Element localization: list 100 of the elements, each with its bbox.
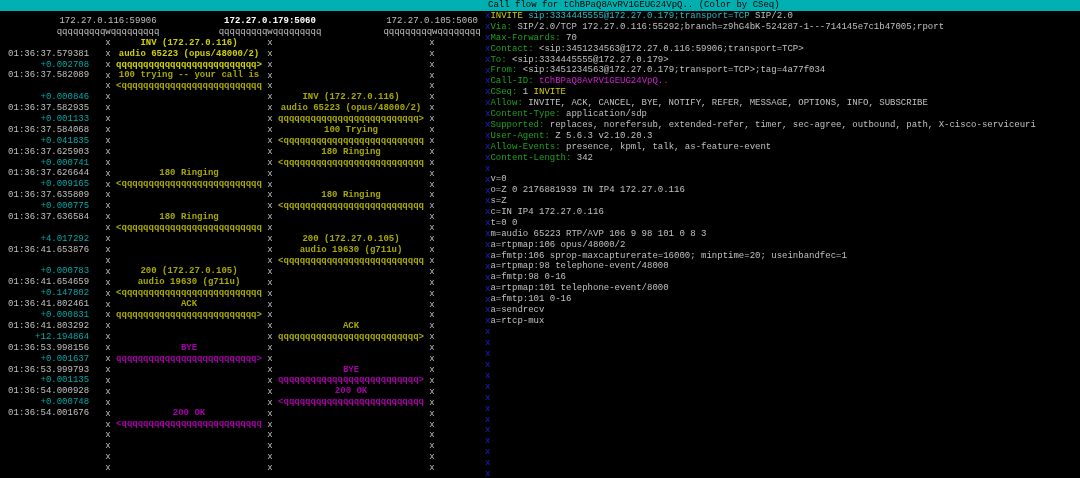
message-label: ACK (180, 299, 198, 310)
message-label: 100 Trying (324, 124, 379, 135)
sdp-line: o=Z 0 2176881939 IN IP4 172.27.0.116 (490, 185, 686, 197)
timestamp: 01:36:37.625903 (8, 146, 90, 157)
host-line: qqqqqqqqqwqqqqqqqqq (56, 26, 160, 37)
timestamp: 01:36:37.635809 (8, 190, 90, 201)
sip-header: Via: SIP/2.0/TCP 172.27.0.116:55292;branch=z9hG4bK-524287-1---714145e7c1b47005;rport (490, 21, 946, 33)
message-label: 180 Ringing (159, 168, 219, 179)
sdp-line: m=audio 65223 RTP/AVP 106 9 98 101 0 8 3 (490, 228, 708, 240)
message-label: audio 19630 (g711u) (137, 277, 241, 288)
message-label: 200 (172.27.0.105) (140, 266, 238, 277)
time-delta: +4.017292 (40, 233, 90, 244)
sip-header: Content-Length: 342 (490, 152, 594, 164)
host-line: qqqqqqqqqwqqqqqqqqq (218, 26, 322, 37)
message-arrow: <qqqqqqqqqqqqqqqqqqqqqqqqqq (116, 81, 262, 92)
time-delta: +12.194864 (35, 331, 90, 342)
message-label: BYE (180, 342, 198, 353)
sdp-line: a=fmtp:98 0-16 (490, 272, 567, 283)
message-label: audio 65223 (opus/48000/2) (280, 103, 422, 114)
message-label: INV (172.27.0.116) (302, 92, 400, 103)
sdp-line: v=0 (490, 174, 508, 186)
message-arrow: qqqqqqqqqqqqqqqqqqqqqqqqqq> (116, 353, 262, 364)
sip-header: Content-Type: application/sdp (490, 109, 649, 120)
message-arrow: <qqqqqqqqqqqqqqqqqqqqqqqqqq (278, 397, 424, 408)
time-delta: +0.001135 (40, 375, 90, 386)
sdp-line: a=rtcp-mux (490, 315, 546, 327)
message-label: 200 (172.27.0.105) (302, 233, 400, 244)
message-arrow: <qqqqqqqqqqqqqqqqqqqqqqqqqq (278, 201, 424, 212)
message-label: audio 19630 (g711u) (299, 244, 403, 255)
request-line: INVITE sip:3334445555@172.27.0.179;transport=TCP SIP/2.0 (490, 11, 794, 22)
time-delta: +0.041835 (40, 135, 90, 146)
time-delta: +0.147802 (40, 288, 90, 299)
sip-header: Max-Forwards: 70 (490, 32, 578, 44)
sdp-line: t=0 0 (490, 217, 519, 229)
timestamp: 01:36:37.584068 (8, 124, 90, 135)
sip-header: Allow: INVITE, ACK, CANCEL, BYE, NOTIFY, REFER, MESSAGE, OPTIONS, INFO, SUBSCRIBE (490, 98, 929, 109)
timestamp: 01:36:37.582089 (8, 70, 90, 81)
message-label: 200 OK (334, 386, 368, 397)
timestamp: 01:36:53.998156 (8, 342, 90, 353)
window-title: Call flow for tChBPaQ8AvRV1GEUG24VpQ.. (Color by CSeq) (0, 0, 1080, 11)
time-delta: +0.000741 (40, 157, 90, 168)
lifeline: xxxxxxxxxxxxxxxxxxxxxxxxxxxxxxxxxxxxxxxx (105, 37, 111, 474)
message-label: ACK (342, 320, 360, 331)
time-delta: +0.000831 (40, 310, 90, 321)
host-address: 172.27.0.179:5060 (224, 16, 316, 26)
time-delta: +0.000846 (40, 92, 90, 103)
message-arrow: qqqqqqqqqqqqqqqqqqqqqqqqqq> (278, 114, 424, 124)
sip-header: Contact: <sip:3451234563@172.27.0.116:59906;transport=TCP> (490, 43, 805, 55)
timestamp: 01:36:54.001676 (8, 408, 90, 419)
timestamp: 01:36:54.000928 (8, 386, 90, 397)
sip-header: CSeq: 1 INVITE (490, 87, 567, 98)
host-address: 172.27.0.105:5060 (386, 16, 478, 26)
timestamp: 01:36:41.654659 (8, 277, 90, 288)
time-delta: +0.009165 (40, 179, 90, 190)
host-line: qqqqqqqqqwqqqqqqqq (383, 26, 481, 37)
message-label: 100 trying -- your call is (118, 70, 260, 81)
sip-header: Allow-Events: presence, kpml, talk, as-feature-event (490, 141, 773, 153)
sdp-line: a=fmtp:101 0-16 (490, 294, 573, 305)
timestamp: 01:36:37.582935 (8, 103, 90, 114)
sdp-line: a=sendrecv (490, 305, 546, 316)
message-label: 180 Ringing (159, 212, 219, 223)
time-delta: +0.002708 (40, 59, 90, 70)
time-delta: +0.000775 (40, 201, 90, 212)
message-label: 180 Ringing (321, 190, 381, 201)
line-marker: xxxxxxxxxxxxxxxxxxxxxxxxxxxxxxxxxxxxxxxxxxx (485, 11, 491, 478)
sdp-line: c=IN IP4 172.27.0.116 (490, 207, 605, 218)
timestamp: 01:36:37.636584 (8, 212, 90, 223)
time-delta: +0.001637 (40, 353, 90, 364)
timestamp: 01:36:37.579381 (8, 48, 90, 59)
sip-header: From: <sip:3451234563@172.27.0.179;transport=TCP>;tag=4a77f034 (490, 65, 827, 76)
host-address: 172.27.0.116:59906 (59, 16, 157, 26)
message-arrow: <qqqqqqqqqqqqqqqqqqqqqqqqqq (278, 157, 424, 168)
timestamp: 01:36:41.653876 (8, 244, 90, 255)
time-delta: +0.001133 (40, 114, 90, 124)
sip-header: Supported: replaces, norefersub, extended-refer, timer, sec-agree, outbound, path, X-cisco-serviceuri (490, 119, 1036, 131)
message-arrow: qqqqqqqqqqqqqqqqqqqqqqqqqq> (278, 331, 424, 342)
message-arrow: <qqqqqqqqqqqqqqqqqqqqqqqqqq (116, 222, 262, 233)
message-label: 200 OK (172, 408, 206, 419)
timestamp: 01:36:41.803292 (8, 320, 90, 331)
lifeline: xxxxxxxxxxxxxxxxxxxxxxxxxxxxxxxxxxxxxxxx (267, 37, 273, 474)
message-arrow: <qqqqqqqqqqqqqqqqqqqqqqqqqq (278, 135, 424, 146)
message-label: audio 65223 (opus/48000/2) (118, 48, 260, 59)
lifeline: xxxxxxxxxxxxxxxxxxxxxxxxxxxxxxxxxxxxxxxx (429, 37, 435, 474)
sdp-line: a=fmtp:106 sprop-maxcapturerate=16000; minptime=20; useinbandfec=1 (490, 250, 848, 261)
sip-header: Call-ID: tChBPaQ8AvRV1GEUG24VpQ.. (490, 76, 670, 88)
message-arrow: qqqqqqqqqqqqqqqqqqqqqqqqqq> (278, 375, 424, 386)
message-arrow: qqqqqqqqqqqqqqqqqqqqqqqqqq> (116, 59, 262, 70)
timestamp: 01:36:37.626644 (8, 168, 90, 179)
message-label: BYE (342, 364, 360, 375)
timestamp: 01:36:41.802461 (8, 299, 90, 310)
message-label: 180 Ringing (321, 146, 381, 157)
message-arrow: <qqqqqqqqqqqqqqqqqqqqqqqqqq (116, 288, 262, 299)
message-arrow: qqqqqqqqqqqqqqqqqqqqqqqqqq> (116, 310, 262, 321)
sdp-line: a=rtpmap:101 telephone-event/8000 (490, 283, 670, 294)
message-label: INV (172.27.0.116) (140, 37, 238, 48)
sdp-line: a=rtpmap:98 telephone-event/48000 (490, 261, 670, 272)
sip-header: User-Agent: Z 5.6.3 v2.10.20.3 (490, 130, 654, 142)
sdp-line: a=rtpmap:106 opus/48000/2 (490, 239, 627, 251)
time-delta: +0.000748 (40, 397, 90, 408)
message-arrow: <qqqqqqqqqqqqqqqqqqqqqqqqqq (116, 418, 262, 429)
